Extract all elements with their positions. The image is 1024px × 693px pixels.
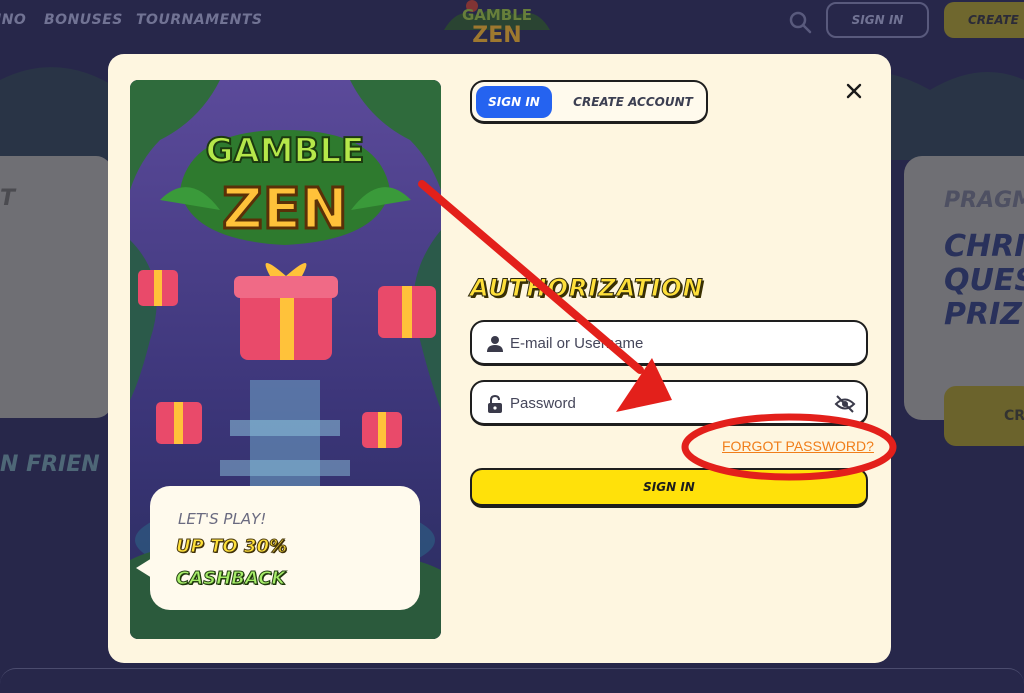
promo-offer-amount: UP TO 30% (175, 536, 288, 558)
close-icon[interactable] (843, 80, 865, 102)
promo-logo-line2: ZEN (222, 177, 348, 242)
password-input[interactable] (510, 382, 830, 424)
auth-modal: GAMBLE ZEN LET'S PLAY! UP TO 30% CASHBAC… (108, 54, 891, 663)
promo-logo-line1: GAMBLE (206, 131, 365, 171)
tab-create-account[interactable]: CREATE ACCOUNT (568, 86, 698, 118)
gift-icon (234, 263, 338, 360)
signin-submit-button[interactable]: SIGN IN (470, 468, 868, 508)
user-icon (487, 336, 503, 352)
forgot-password-link[interactable]: FORGOT PASSWORD? (722, 438, 874, 454)
eye-off-icon[interactable] (834, 394, 856, 414)
gift-icon (138, 270, 178, 306)
gift-icon (156, 402, 202, 444)
tab-signin[interactable]: SIGN IN (476, 86, 552, 118)
form-title: AUTHORIZATION (470, 274, 704, 303)
promo-tagline: LET'S PLAY! (178, 510, 267, 528)
promo-offer-card: LET'S PLAY! UP TO 30% CASHBACK (136, 486, 420, 610)
password-field[interactable] (470, 380, 868, 426)
gift-icon (362, 412, 402, 448)
auth-tabs: SIGN IN CREATE ACCOUNT (470, 80, 708, 124)
gift-icon (378, 286, 436, 338)
email-input[interactable] (510, 322, 830, 364)
lock-icon (488, 395, 502, 413)
promo-banner: GAMBLE ZEN LET'S PLAY! UP TO 30% CASHBAC… (130, 80, 441, 639)
email-field[interactable] (470, 320, 868, 366)
promo-offer-type: CASHBACK (175, 568, 286, 590)
